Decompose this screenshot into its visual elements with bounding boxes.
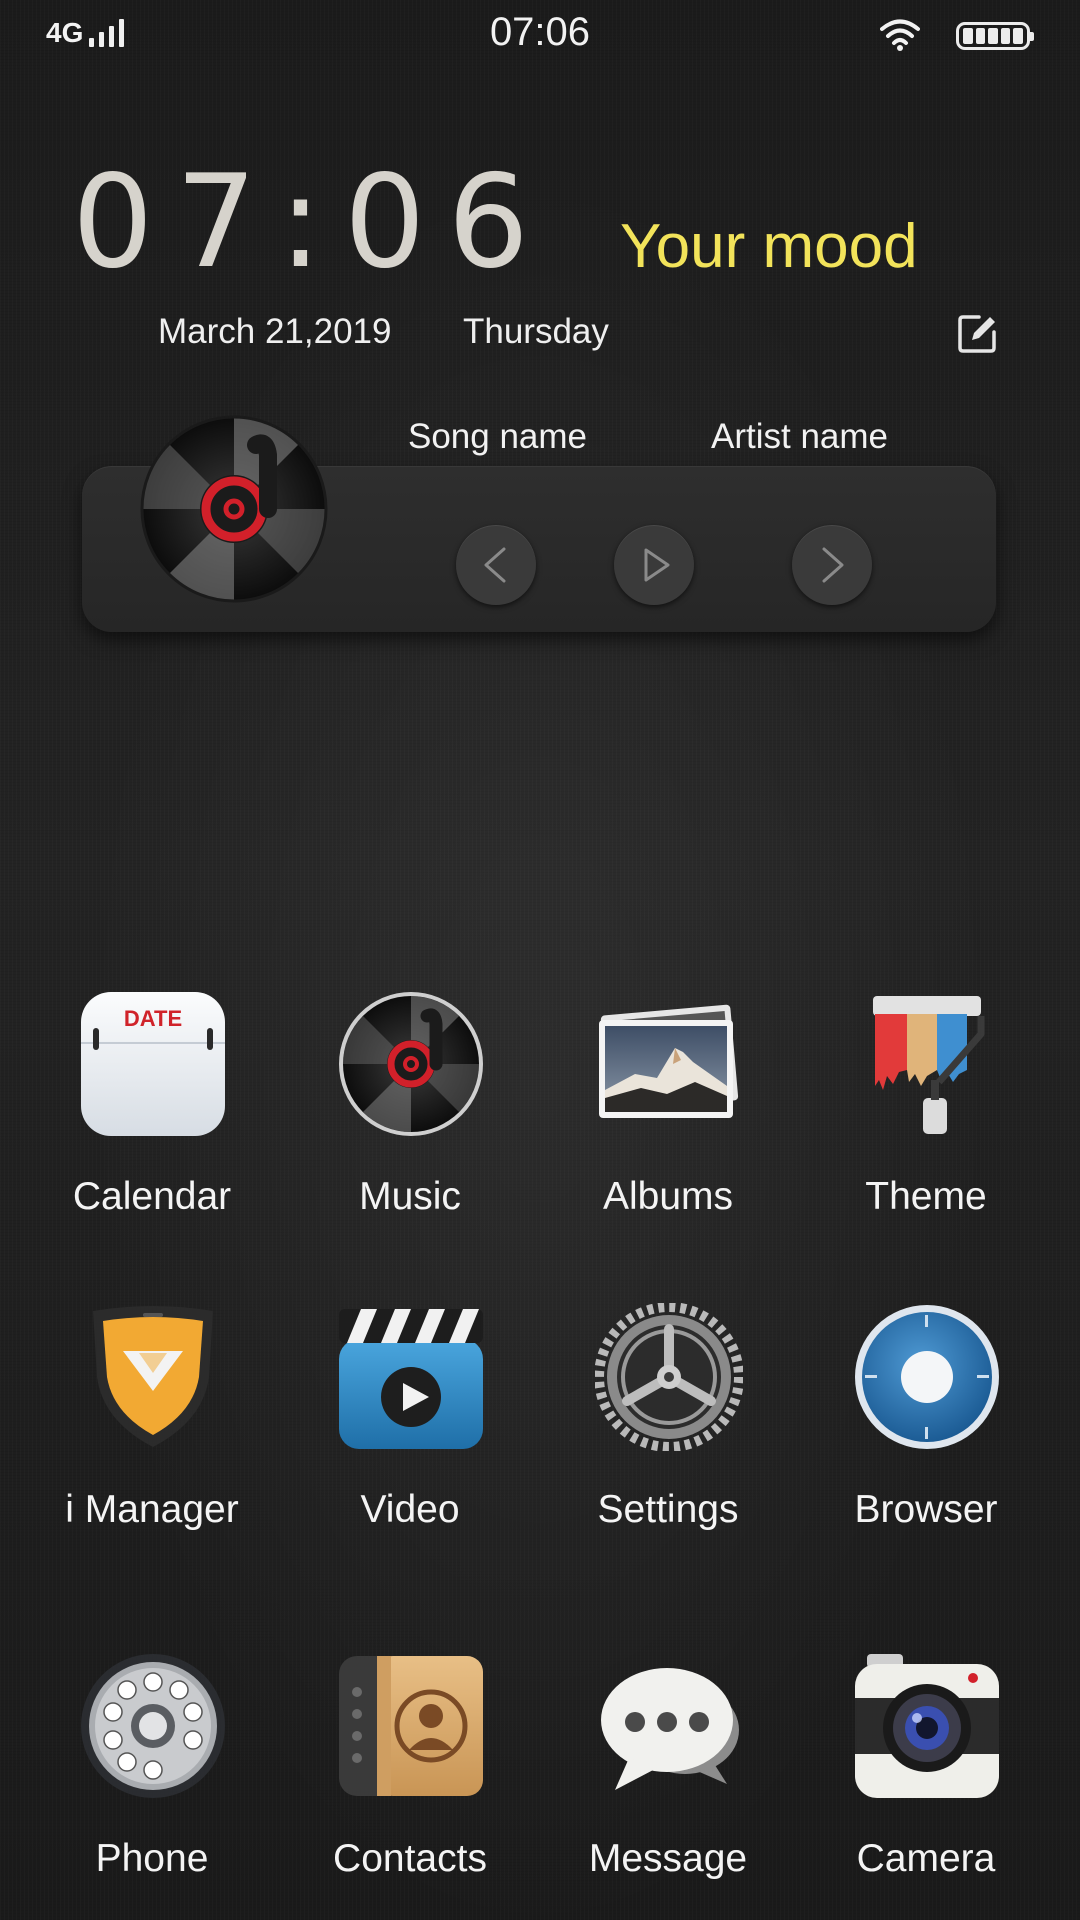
app-i-manager[interactable]: i Manager — [23, 1303, 281, 1563]
status-bar: 4G 07:06 — [0, 0, 1080, 70]
clock-widget-time[interactable]: 07:06 — [72, 148, 551, 298]
date-text: March 21,2019 — [158, 312, 392, 351]
song-name: Song name — [408, 417, 588, 456]
previous-track-button[interactable] — [456, 525, 536, 605]
next-track-button[interactable] — [792, 525, 872, 605]
app-label: Message — [588, 1837, 748, 1880]
chevron-left-icon — [484, 547, 506, 583]
battery-icon — [956, 22, 1034, 50]
gear-icon — [595, 1303, 743, 1451]
artist-name: Artist name — [711, 417, 888, 456]
app-label: Theme — [865, 1175, 987, 1218]
app-theme[interactable]: Theme — [797, 990, 1055, 1250]
app-message[interactable]: Message — [539, 1652, 797, 1912]
video-icon — [339, 1309, 483, 1449]
calendar-icon: DATE — [81, 992, 225, 1136]
app-label: Calendar — [72, 1175, 232, 1218]
camera-icon — [855, 1654, 999, 1798]
app-settings[interactable]: Settings — [539, 1303, 797, 1563]
calendar-icon-text: DATE — [124, 1006, 182, 1031]
app-label: Settings — [597, 1488, 739, 1531]
contacts-book-icon — [339, 1656, 483, 1796]
app-label: Contacts — [333, 1837, 487, 1880]
app-label: Albums — [602, 1175, 734, 1218]
app-albums[interactable]: Albums — [539, 990, 797, 1250]
app-label: Camera — [856, 1837, 996, 1880]
theme-icon — [873, 996, 985, 1134]
albums-icon — [599, 1004, 739, 1118]
phone-dial-icon — [81, 1654, 225, 1798]
app-phone[interactable]: Phone — [23, 1652, 281, 1912]
compass-icon — [855, 1305, 999, 1449]
shield-icon — [93, 1306, 213, 1447]
weekday-text: Thursday — [463, 312, 609, 351]
app-label: i Manager — [65, 1488, 239, 1531]
app-calendar[interactable]: DATE Calendar — [23, 990, 281, 1250]
app-label: Browser — [854, 1488, 998, 1531]
app-music[interactable]: Music — [281, 990, 539, 1250]
chevron-right-icon — [822, 547, 844, 583]
app-contacts[interactable]: Contacts — [281, 1652, 539, 1912]
play-icon — [644, 548, 670, 582]
app-browser[interactable]: Browser — [797, 1303, 1055, 1563]
music-icon — [339, 992, 483, 1136]
play-button[interactable] — [614, 525, 694, 605]
vinyl-record-icon[interactable] — [140, 415, 328, 603]
app-camera[interactable]: Camera — [797, 1652, 1055, 1912]
app-label: Music — [359, 1175, 461, 1218]
app-label: Phone — [95, 1837, 209, 1880]
app-video[interactable]: Video — [281, 1303, 539, 1563]
wifi-icon — [880, 19, 920, 51]
chat-bubble-icon — [601, 1668, 739, 1790]
app-label: Video — [360, 1488, 460, 1531]
mood-text[interactable]: Your mood — [620, 210, 918, 284]
edit-mood-icon[interactable] — [955, 312, 999, 356]
